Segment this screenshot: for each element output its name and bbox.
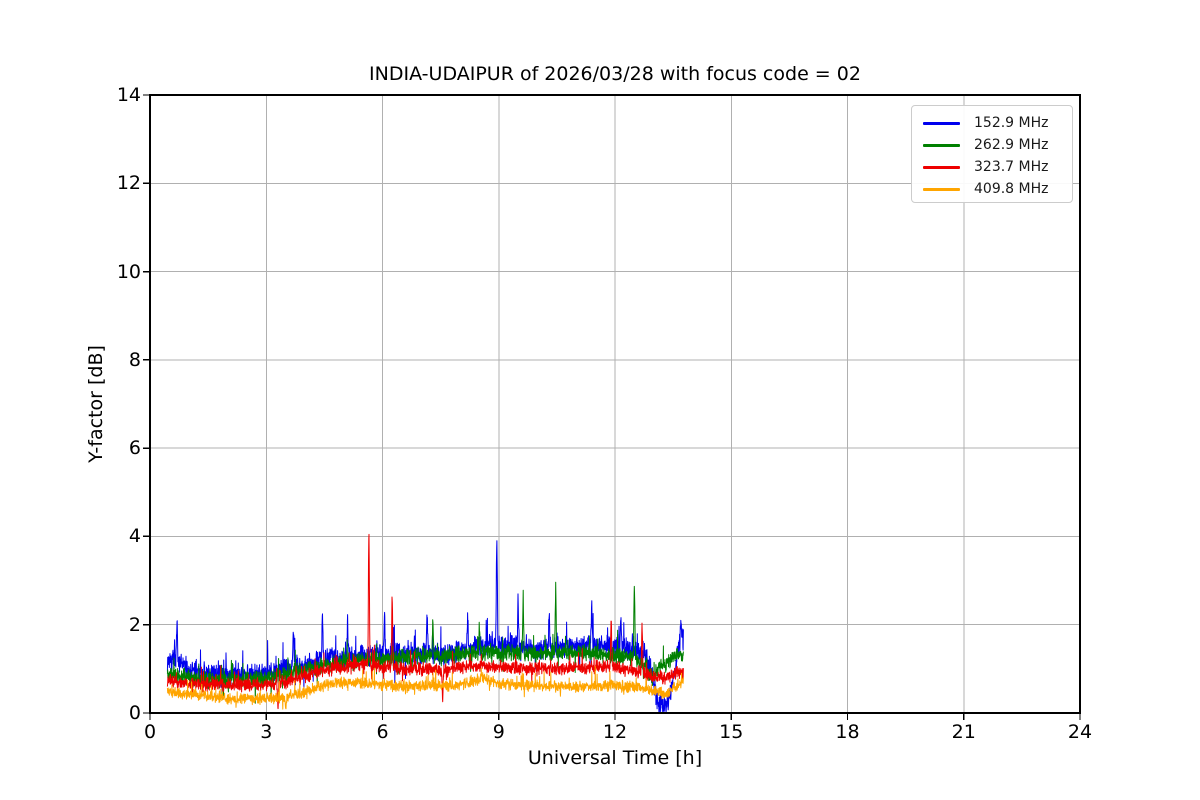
legend-label: 262.9 MHz <box>974 137 1049 153</box>
legend-entry: 409.8 MHz <box>923 178 1072 200</box>
legend: 152.9 MHz 262.9 MHz 323.7 MHz 409.8 MHz <box>911 105 1073 203</box>
x-tick-label: 0 <box>143 721 157 743</box>
y-tick-label: 0 <box>128 702 141 724</box>
legend-line-swatch <box>923 121 960 125</box>
x-tick-label: 18 <box>835 721 860 743</box>
legend-entry: 152.9 MHz <box>923 112 1072 134</box>
y-tick-label: 2 <box>128 613 141 636</box>
figure: INDIA-UDAIPUR of 2026/03/28 with focus c… <box>0 0 1200 800</box>
y-tick-label: 12 <box>116 172 141 195</box>
legend-entry: 262.9 MHz <box>923 134 1072 156</box>
x-tick-label: 24 <box>1067 721 1093 743</box>
x-tick-label: 12 <box>602 721 628 743</box>
y-tick-label: 14 <box>116 84 141 106</box>
legend-label: 152.9 MHz <box>974 115 1049 131</box>
x-tick-label: 6 <box>376 721 389 743</box>
legend-label: 409.8 MHz <box>974 181 1049 197</box>
legend-line-swatch <box>923 187 960 191</box>
y-tick-label: 4 <box>128 525 141 548</box>
y-tick-label: 8 <box>128 348 141 371</box>
chart-title: INDIA-UDAIPUR of 2026/03/28 with focus c… <box>369 63 861 85</box>
legend-line-swatch <box>923 143 960 147</box>
y-tick-label: 6 <box>128 437 141 460</box>
y-tick-label: 10 <box>116 260 141 283</box>
legend-label: 323.7 MHz <box>974 159 1049 175</box>
legend-line-swatch <box>923 165 960 169</box>
x-tick-label: 9 <box>492 721 505 743</box>
x-tick-label: 21 <box>951 721 976 743</box>
legend-entry: 323.7 MHz <box>923 156 1072 178</box>
x-axis-label: Universal Time [h] <box>527 747 703 769</box>
x-tick-label: 15 <box>719 721 744 743</box>
x-tick-label: 3 <box>260 721 273 743</box>
